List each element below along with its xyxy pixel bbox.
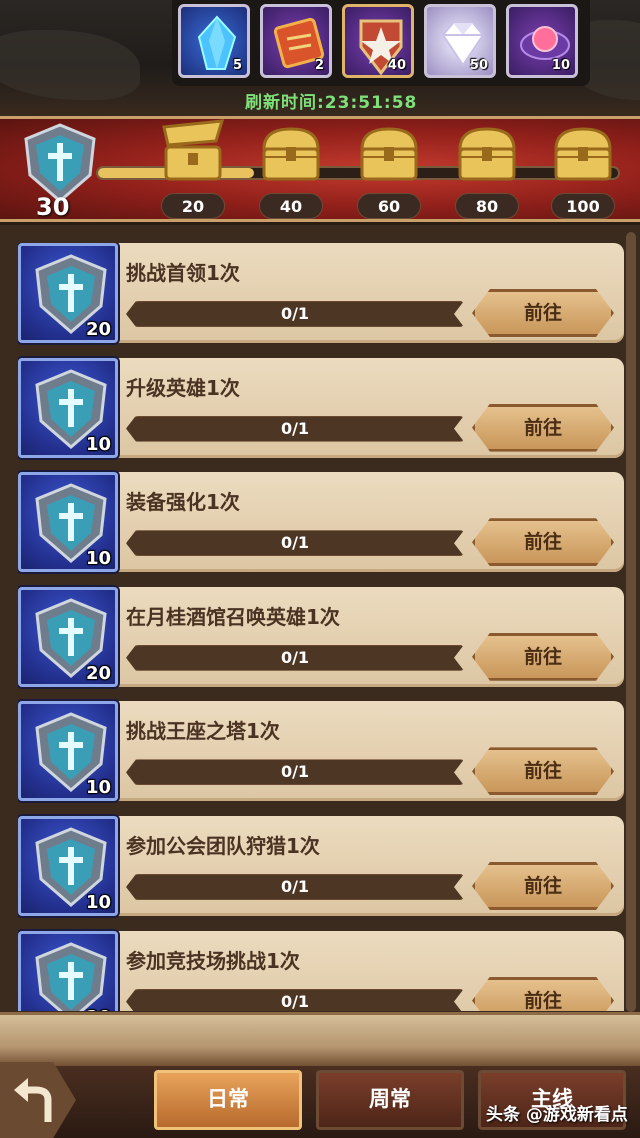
task-row: 20 参加竞技场挑战1次 0/1 前往 [18, 930, 624, 1011]
task-progress-text: 0/1 [280, 418, 310, 438]
reward-item[interactable]: 5 [178, 4, 250, 78]
task-points: 10 [85, 892, 111, 913]
scrollbar[interactable] [626, 232, 636, 1012]
task-progress-text: 0/1 [280, 304, 310, 323]
go-button[interactable]: 前往 [472, 404, 614, 452]
task-title: 在月桂酒馆召唤英雄1次 [126, 604, 340, 629]
reward-item[interactable]: 50 [424, 4, 496, 78]
task-row: 20 挑战首领1次 0/1 前往 [18, 243, 624, 343]
go-button[interactable]: 前往 [472, 518, 614, 566]
task-icon: 10 [18, 816, 118, 916]
reward-count: 5 [232, 58, 242, 73]
chest-icon[interactable] [354, 119, 424, 185]
task-title: 装备强化1次 [126, 490, 240, 515]
bottom-frame [0, 1012, 640, 1068]
chest-icon[interactable] [452, 119, 522, 185]
task-title: 参加公会团队狩猎1次 [126, 834, 320, 858]
chest-icon[interactable] [548, 119, 618, 185]
task-progress-text: 0/1 [280, 647, 310, 667]
shield-icon [35, 941, 107, 1011]
task-progress-text: 0/1 [280, 991, 310, 1011]
task-points: 10 [85, 548, 111, 570]
points-progress-band: 30 20 40 60 80 100 [0, 116, 640, 222]
task-icon: 10 [18, 472, 118, 573]
rock-decoration [0, 30, 140, 100]
milestone-label: 20 [161, 193, 225, 219]
tab-weekly[interactable]: 周常 [316, 1070, 464, 1130]
reward-item[interactable]: 2 [260, 4, 332, 78]
reward-count: 10 [551, 58, 570, 73]
milestone-label: 40 [259, 193, 323, 219]
current-points: 30 [36, 193, 70, 221]
go-button[interactable]: 前往 [472, 633, 614, 681]
milestone-label: 100 [551, 193, 615, 219]
task-icon: 10 [18, 357, 118, 458]
go-button[interactable]: 前往 [472, 747, 614, 795]
reward-item[interactable]: 40 [342, 4, 414, 78]
task-icon: 10 [18, 701, 118, 802]
task-title: 参加竞技场挑战1次 [126, 948, 300, 973]
watermark: 头条 @游戏新看点 [486, 1105, 628, 1125]
reward-bar: 5 2 40 50 10 [172, 0, 590, 86]
chest-icon[interactable] [256, 119, 326, 185]
chest-icon[interactable] [158, 119, 228, 185]
task-progress-text: 0/1 [280, 877, 310, 896]
task-points: 10 [85, 433, 111, 455]
top-header: 5 2 40 50 10 刷新时间:23:51:58 [0, 0, 640, 118]
task-icon: 20 [18, 243, 118, 343]
go-button[interactable]: 前往 [472, 862, 614, 910]
reward-count: 40 [387, 58, 406, 73]
go-button[interactable]: 前往 [472, 977, 614, 1011]
reward-count: 2 [314, 58, 324, 73]
back-arrow-icon [14, 1078, 52, 1122]
task-icon: 20 [18, 930, 118, 1011]
milestone-label: 80 [455, 193, 519, 219]
task-icon: 20 [18, 586, 118, 687]
task-title: 升级英雄1次 [126, 375, 240, 400]
task-row: 10 升级英雄1次 0/1 前往 [18, 357, 624, 458]
refresh-time-label: 刷新时间:23:51:58 [245, 93, 418, 113]
task-row: 10 装备强化1次 0/1 前往 [18, 472, 624, 573]
task-row: 10 参加公会团队狩猎1次 0/1 前往 [18, 816, 624, 916]
task-row: 20 在月桂酒馆召唤英雄1次 0/1 前往 [18, 586, 624, 687]
task-points: 20 [86, 1007, 111, 1011]
reward-item[interactable]: 10 [506, 4, 578, 78]
task-progress-text: 0/1 [280, 762, 310, 782]
go-button[interactable]: 前往 [472, 289, 614, 337]
task-points: 10 [85, 777, 111, 799]
task-points: 20 [85, 662, 111, 684]
task-progress-text: 0/1 [280, 533, 310, 553]
task-title: 挑战首领1次 [126, 261, 240, 285]
reward-count: 50 [469, 58, 488, 73]
task-points: 20 [85, 319, 111, 340]
task-title: 挑战王座之塔1次 [126, 719, 280, 744]
task-list: 20 挑战首领1次 0/1 前往 10 升级英雄1次 0/1 前往 10 装备强化1次 0/1 前往 2… [18, 243, 624, 1011]
tab-daily[interactable]: 日常 [154, 1070, 302, 1130]
task-row: 10 挑战王座之塔1次 0/1 前往 [18, 701, 624, 802]
milestone-label: 60 [357, 193, 421, 219]
game-screen: 5 2 40 50 10 刷新时间:23:51:58 30 20 40 60 8… [0, 0, 640, 1138]
